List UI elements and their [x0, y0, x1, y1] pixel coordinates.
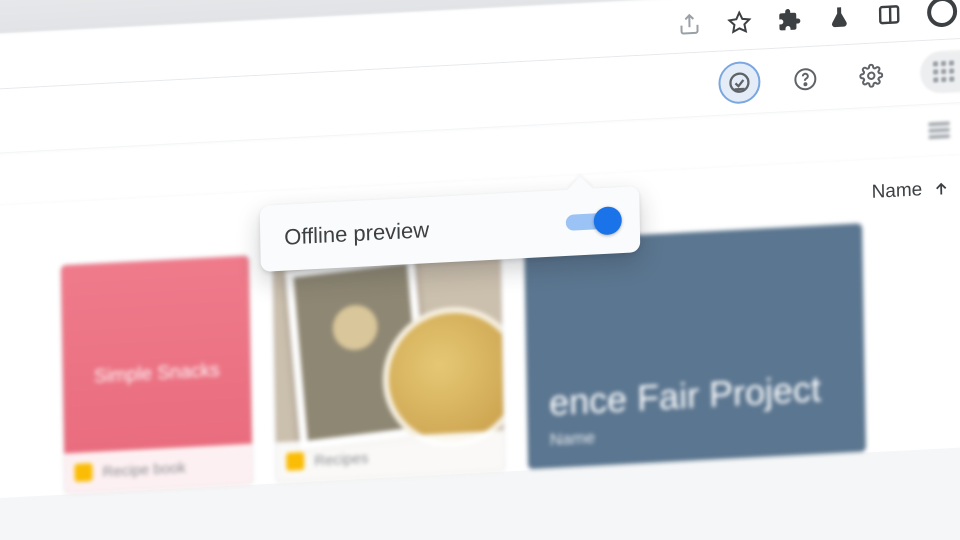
- arrow-up-icon: [932, 180, 950, 199]
- star-icon[interactable]: [727, 9, 751, 34]
- file-card-caption: Recipes: [314, 449, 368, 469]
- offline-ready-icon[interactable]: [718, 60, 761, 104]
- file-card[interactable]: Recipes: [272, 241, 506, 483]
- offline-preview-toggle[interactable]: [566, 208, 620, 235]
- account-switcher[interactable]: [920, 47, 960, 94]
- labs-icon[interactable]: [827, 4, 851, 29]
- extensions-icon[interactable]: [777, 7, 801, 32]
- offline-preview-label: Offline preview: [284, 217, 429, 251]
- slides-icon: [286, 452, 304, 471]
- file-card-title: ence Fair Project: [549, 367, 843, 424]
- file-card-caption: Recipe book: [102, 459, 186, 480]
- slides-icon: [74, 463, 92, 482]
- apps-grid-icon[interactable]: [932, 60, 954, 83]
- file-card-title: Simple Snacks: [94, 360, 220, 389]
- sort-label: Name: [871, 179, 922, 204]
- file-card[interactable]: Simple Snacks Recipe book: [60, 255, 254, 495]
- reader-icon[interactable]: [877, 2, 901, 27]
- file-card[interactable]: ence Fair Project Name: [523, 222, 867, 470]
- settings-gear-icon[interactable]: [850, 53, 893, 97]
- help-icon[interactable]: [784, 57, 827, 101]
- list-view-icon[interactable]: [925, 116, 953, 145]
- profile-avatar[interactable]: [927, 0, 957, 27]
- share-icon[interactable]: [677, 12, 701, 37]
